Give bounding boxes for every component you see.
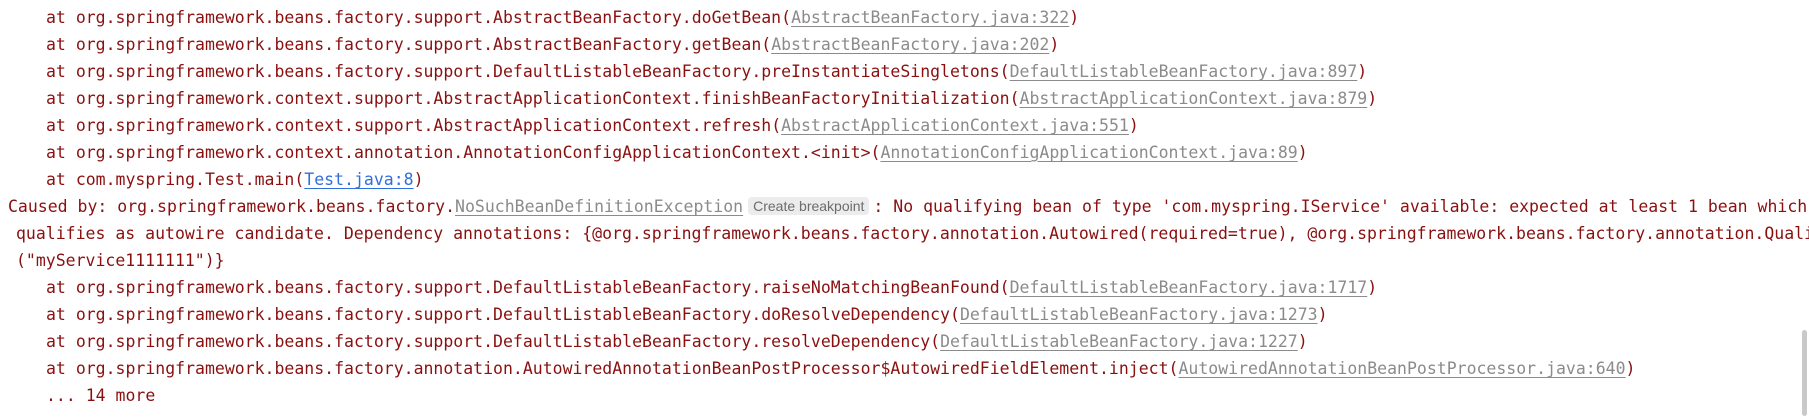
- source-link[interactable]: AutowiredAnnotationBeanPostProcessor.jav…: [1178, 359, 1625, 378]
- frame-method: org.springframework.beans.factory.suppor…: [75, 62, 1000, 81]
- source-link[interactable]: DefaultListableBeanFactory.java:1227: [940, 332, 1298, 351]
- frame-method: org.springframework.beans.factory.suppor…: [75, 332, 931, 351]
- frame-prefix: at: [46, 359, 76, 378]
- source-link[interactable]: DefaultListableBeanFactory.java:897: [1010, 62, 1358, 81]
- frame-method: org.springframework.beans.factory.suppor…: [75, 305, 950, 324]
- caused-by-message: ("myService1111111")}: [16, 251, 225, 270]
- source-link-user[interactable]: Test.java:8: [304, 170, 413, 189]
- frame-prefix: at: [46, 89, 76, 108]
- frame-prefix: at: [46, 116, 76, 135]
- stack-frame: at org.springframework.beans.factory.sup…: [46, 35, 1060, 54]
- frame-method: org.springframework.context.annotation.A…: [75, 143, 871, 162]
- stack-frame: at org.springframework.context.support.A…: [46, 116, 1139, 135]
- caused-by-prefix: Caused by: org.springframework.beans.fac…: [8, 197, 456, 216]
- frame-method: com.myspring.Test.main: [75, 170, 295, 189]
- stack-frame: at org.springframework.beans.factory.sup…: [46, 332, 1308, 351]
- stack-frame-main: at com.myspring.Test.main(Test.java:8): [46, 170, 424, 189]
- frame-method: org.springframework.beans.factory.annota…: [75, 359, 1169, 378]
- vertical-scrollbar-thumb[interactable]: [1802, 330, 1807, 416]
- frame-method: org.springframework.beans.factory.suppor…: [75, 278, 1000, 297]
- frame-method: org.springframework.context.support.Abst…: [75, 89, 1010, 108]
- source-link[interactable]: DefaultListableBeanFactory.java:1273: [960, 305, 1318, 324]
- stack-frame: at org.springframework.beans.factory.sup…: [46, 62, 1368, 81]
- frame-method: org.springframework.beans.factory.suppor…: [75, 35, 762, 54]
- source-link[interactable]: AnnotationConfigApplicationContext.java:…: [880, 143, 1297, 162]
- console-output: at org.springframework.beans.factory.sup…: [0, 0, 1809, 419]
- frame-prefix: at: [46, 278, 76, 297]
- frame-prefix: at: [46, 305, 76, 324]
- frame-method: org.springframework.beans.factory.suppor…: [75, 8, 782, 27]
- stack-frame: at org.springframework.beans.factory.sup…: [46, 8, 1080, 27]
- source-link[interactable]: AbstractBeanFactory.java:322: [791, 8, 1069, 27]
- stack-frame: at org.springframework.beans.factory.ann…: [46, 359, 1636, 378]
- caused-by-line: Caused by: org.springframework.beans.fac…: [0, 193, 1809, 220]
- more-frames-text: ... 14 more: [46, 386, 156, 405]
- source-link[interactable]: AbstractApplicationContext.java:551: [781, 116, 1129, 135]
- source-link[interactable]: AbstractBeanFactory.java:202: [771, 35, 1049, 54]
- stack-frame: at org.springframework.context.annotatio…: [46, 143, 1308, 162]
- caused-by-continuation: ("myService1111111")}: [0, 247, 1809, 274]
- create-breakpoint-button[interactable]: Create breakpoint: [748, 197, 870, 215]
- source-link[interactable]: AbstractApplicationContext.java:879: [1020, 89, 1368, 108]
- stack-frame: at org.springframework.beans.factory.sup…: [46, 305, 1328, 324]
- frame-prefix: at: [46, 170, 76, 189]
- stack-frame: at org.springframework.context.support.A…: [46, 89, 1378, 108]
- frame-prefix: at: [46, 332, 76, 351]
- frame-method: org.springframework.context.support.Abst…: [75, 116, 772, 135]
- caused-by-message: : No qualifying bean of type 'com.myspri…: [873, 197, 1808, 216]
- frame-prefix: at: [46, 35, 76, 54]
- exception-class-link[interactable]: NoSuchBeanDefinitionException: [455, 197, 743, 216]
- source-link[interactable]: DefaultListableBeanFactory.java:1717: [1010, 278, 1368, 297]
- caused-by-message: qualifies as autowire candidate. Depende…: [16, 224, 1809, 243]
- frame-prefix: at: [46, 8, 76, 27]
- frame-prefix: at: [46, 62, 76, 81]
- frame-prefix: at: [46, 143, 76, 162]
- caused-by-continuation: qualifies as autowire candidate. Depende…: [0, 220, 1809, 247]
- stack-frame: at org.springframework.beans.factory.sup…: [46, 278, 1378, 297]
